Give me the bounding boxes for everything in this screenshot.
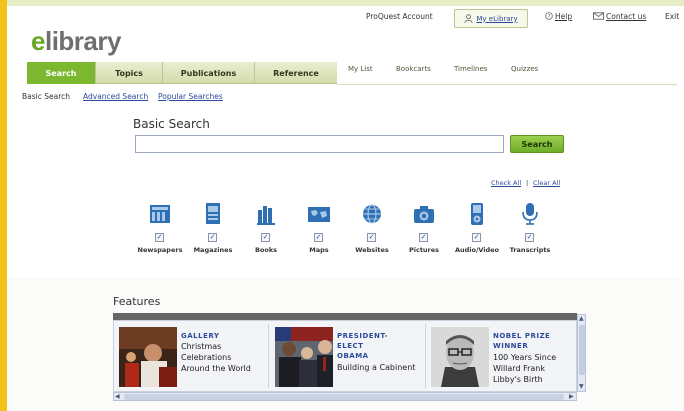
audio-video-checkbox[interactable]: ✓ [472,233,481,242]
source-transcripts: ✓ Transcripts [503,200,557,260]
check-all-link[interactable]: Check All [491,179,521,187]
source-magazines: ✓ Magazines [186,200,240,260]
camera-icon [414,206,434,223]
user-icon [464,14,473,23]
christmas-photo [119,327,177,387]
tab-topics[interactable]: Topics [96,62,163,84]
newspaper-icon [150,205,170,223]
scroll-right-icon[interactable]: ▶ [569,393,574,400]
microphone-icon [522,203,538,225]
timelines-link[interactable]: Timelines [454,65,487,73]
features-header-bar [113,313,577,320]
scientist-portrait [431,327,489,387]
source-maps: ✓ Maps [292,200,346,260]
scrollbar-thumb[interactable] [579,325,585,375]
pictures-checkbox[interactable]: ✓ [419,233,428,242]
tab-search[interactable]: Search [27,62,96,84]
search-button[interactable]: Search [510,135,564,153]
newspapers-checkbox[interactable]: ✓ [155,233,164,242]
source-pictures: ✓ Pictures [397,200,451,260]
proquest-account-link[interactable]: ProQuest Account [366,12,433,21]
source-audio-video: ✓ Audio/Video [450,200,504,260]
basic-search-heading: Basic Search [133,117,210,131]
feature-card-nobel[interactable]: NOBEL PRIZE WINNER 100 Years Since Willa… [431,324,577,388]
search-input[interactable] [135,135,504,153]
left-accent-bar [0,0,7,411]
magazine-icon [206,203,220,224]
link-separator: | [526,179,529,187]
source-books: ✓ Books [239,200,293,260]
obama-photo [275,327,333,387]
clear-all-link[interactable]: Clear All [533,179,560,187]
card-divider [425,324,426,388]
tab-publications[interactable]: Publications [163,62,255,84]
bookcarts-link[interactable]: Bookcarts [396,65,431,73]
source-websites: ✓ Websites [345,200,399,260]
scroll-down-icon[interactable]: ▼ [579,383,584,390]
maps-checkbox[interactable]: ✓ [314,233,323,242]
card-divider [268,324,269,388]
nav-divider [337,84,677,85]
scrollbar-thumb[interactable] [124,394,564,400]
help-icon: ? [545,12,553,20]
source-newspapers: ✓ Newspapers [133,200,187,260]
contact-link[interactable]: Contact us [593,12,646,21]
features-vertical-scrollbar[interactable]: ▲ ▼ [577,314,586,392]
feature-card-obama[interactable]: PRESIDENT- ELECT OBAMA Building a Cabine… [275,324,425,388]
my-elibrary-button[interactable]: My eLibrary [454,9,528,28]
features-heading: Features [113,295,161,308]
envelope-icon [593,12,604,20]
map-icon [308,207,330,222]
books-checkbox[interactable]: ✓ [261,233,270,242]
main-nav: Search Topics Publications Reference [27,62,337,84]
media-player-icon [471,203,483,225]
my-list-link[interactable]: My List [348,65,373,73]
quizzes-link[interactable]: Quizzes [511,65,538,73]
scroll-up-icon[interactable]: ▲ [579,315,584,322]
scroll-left-icon[interactable]: ◀ [115,393,120,400]
features-horizontal-scrollbar[interactable]: ◀ ▶ [113,392,577,401]
svg-text:?: ? [548,14,551,20]
transcripts-checkbox[interactable]: ✓ [525,233,534,242]
books-icon [257,206,275,225]
basic-search-link[interactable]: Basic Search [22,92,70,101]
magazines-checkbox[interactable]: ✓ [208,233,217,242]
elibrary-logo[interactable]: elibrary [31,26,121,57]
feature-card-gallery[interactable]: GALLERY Christmas Celebrations Around th… [119,324,269,388]
websites-checkbox[interactable]: ✓ [367,233,376,242]
globe-icon [363,204,381,224]
help-link[interactable]: ? Help [545,12,572,21]
popular-searches-link[interactable]: Popular Searches [158,92,223,101]
tab-reference[interactable]: Reference [255,62,337,84]
advanced-search-link[interactable]: Advanced Search [83,92,148,101]
exit-link[interactable]: Exit [665,12,679,21]
